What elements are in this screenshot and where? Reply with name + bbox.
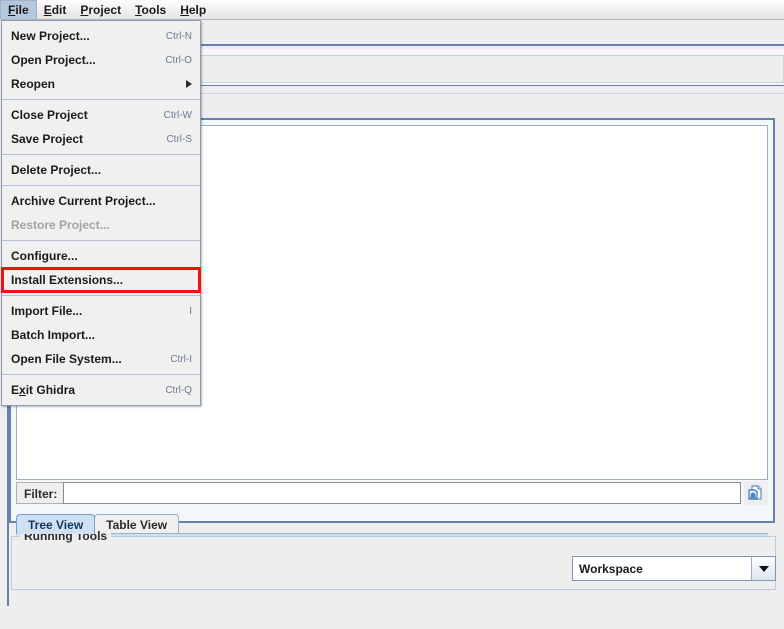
menubar-item-label: Help	[180, 2, 207, 17]
menu-item-label: Exit Ghidra	[11, 383, 76, 397]
menu-item-batch-import[interactable]: Batch Import...	[2, 323, 200, 347]
menu-item-accelerator: Ctrl-S	[166, 133, 192, 145]
menu-item-label: Save Project	[11, 132, 84, 146]
menu-item-accelerator: I	[189, 305, 192, 317]
menu-item-label: Configure...	[11, 249, 78, 263]
menu-item-label: Restore Project...	[11, 218, 110, 232]
menu-separator	[2, 240, 200, 241]
filter-row: Filter:	[16, 481, 768, 505]
view-tabs: Tree View Table View	[16, 510, 768, 534]
filter-document-icon[interactable]	[744, 481, 768, 505]
menu-separator	[2, 99, 200, 100]
filter-label: Filter:	[16, 482, 64, 504]
menu-item-label: Open File System...	[11, 352, 122, 366]
menu-item-reopen[interactable]: Reopen	[2, 72, 200, 96]
menu-item-open-project[interactable]: Open Project... Ctrl-O	[2, 48, 200, 72]
menu-bar: File Edit Project Tools Help	[0, 0, 784, 20]
menu-item-delete-project[interactable]: Delete Project...	[2, 158, 200, 182]
workspace-combo-value: Workspace	[573, 557, 751, 580]
menubar-item-file[interactable]: File	[0, 0, 37, 19]
menubar-item-label: Edit	[43, 2, 67, 17]
menu-item-accelerator: Ctrl-W	[163, 109, 192, 121]
menu-separator	[2, 295, 200, 296]
menu-separator	[2, 185, 200, 186]
menu-item-exit-ghidra[interactable]: Exit Ghidra Ctrl-Q	[2, 378, 200, 402]
menu-item-install-extensions[interactable]: Install Extensions...	[2, 268, 200, 292]
menu-item-label: Import File...	[11, 304, 83, 318]
filter-input[interactable]	[63, 482, 741, 504]
file-menu-popup: New Project... Ctrl-N Open Project... Ctrl-…	[1, 20, 201, 406]
menu-item-label: Delete Project...	[11, 163, 102, 177]
menu-item-label: Reopen	[11, 77, 56, 91]
menu-separator	[2, 154, 200, 155]
menubar-item-project[interactable]: Project	[73, 0, 128, 19]
menu-item-accelerator: Ctrl-N	[165, 30, 192, 42]
menu-item-save-project[interactable]: Save Project Ctrl-S	[2, 127, 200, 151]
menu-item-label: Close Project	[11, 108, 88, 122]
menu-item-label: New Project...	[11, 29, 90, 43]
menu-item-accelerator: Ctrl-I	[170, 353, 192, 365]
menubar-item-edit[interactable]: Edit	[37, 0, 74, 19]
menu-item-restore-project: Restore Project...	[2, 213, 200, 237]
ghidra-project-window: Filter: Tree View Table View Running Too…	[0, 0, 784, 629]
menu-item-label: Archive Current Project...	[11, 194, 156, 208]
menu-item-new-project[interactable]: New Project... Ctrl-N	[2, 24, 200, 48]
menubar-item-help[interactable]: Help	[173, 0, 213, 19]
menu-item-close-project[interactable]: Close Project Ctrl-W	[2, 103, 200, 127]
menu-item-configure[interactable]: Configure...	[2, 244, 200, 268]
menubar-item-tools[interactable]: Tools	[128, 0, 173, 19]
workspace-combo[interactable]: Workspace	[572, 556, 776, 581]
menu-item-label: Open Project...	[11, 53, 96, 67]
menubar-item-label: Tools	[135, 2, 167, 17]
menu-item-accelerator: Ctrl-O	[165, 54, 192, 66]
menubar-item-label: File	[8, 3, 29, 17]
menubar-item-label: Project	[80, 2, 122, 17]
menu-item-archive-current-project[interactable]: Archive Current Project...	[2, 189, 200, 213]
menu-item-label: Batch Import...	[11, 328, 96, 342]
menu-separator	[2, 374, 200, 375]
menu-item-accelerator: Ctrl-Q	[165, 384, 192, 396]
menu-item-open-file-system[interactable]: Open File System... Ctrl-I	[2, 347, 200, 371]
submenu-arrow-icon	[186, 80, 192, 88]
menu-item-import-file[interactable]: Import File... I	[2, 299, 200, 323]
tab-tree-view[interactable]: Tree View	[16, 514, 96, 534]
menu-item-label: Install Extensions...	[11, 273, 124, 287]
chevron-down-icon[interactable]	[751, 557, 775, 580]
